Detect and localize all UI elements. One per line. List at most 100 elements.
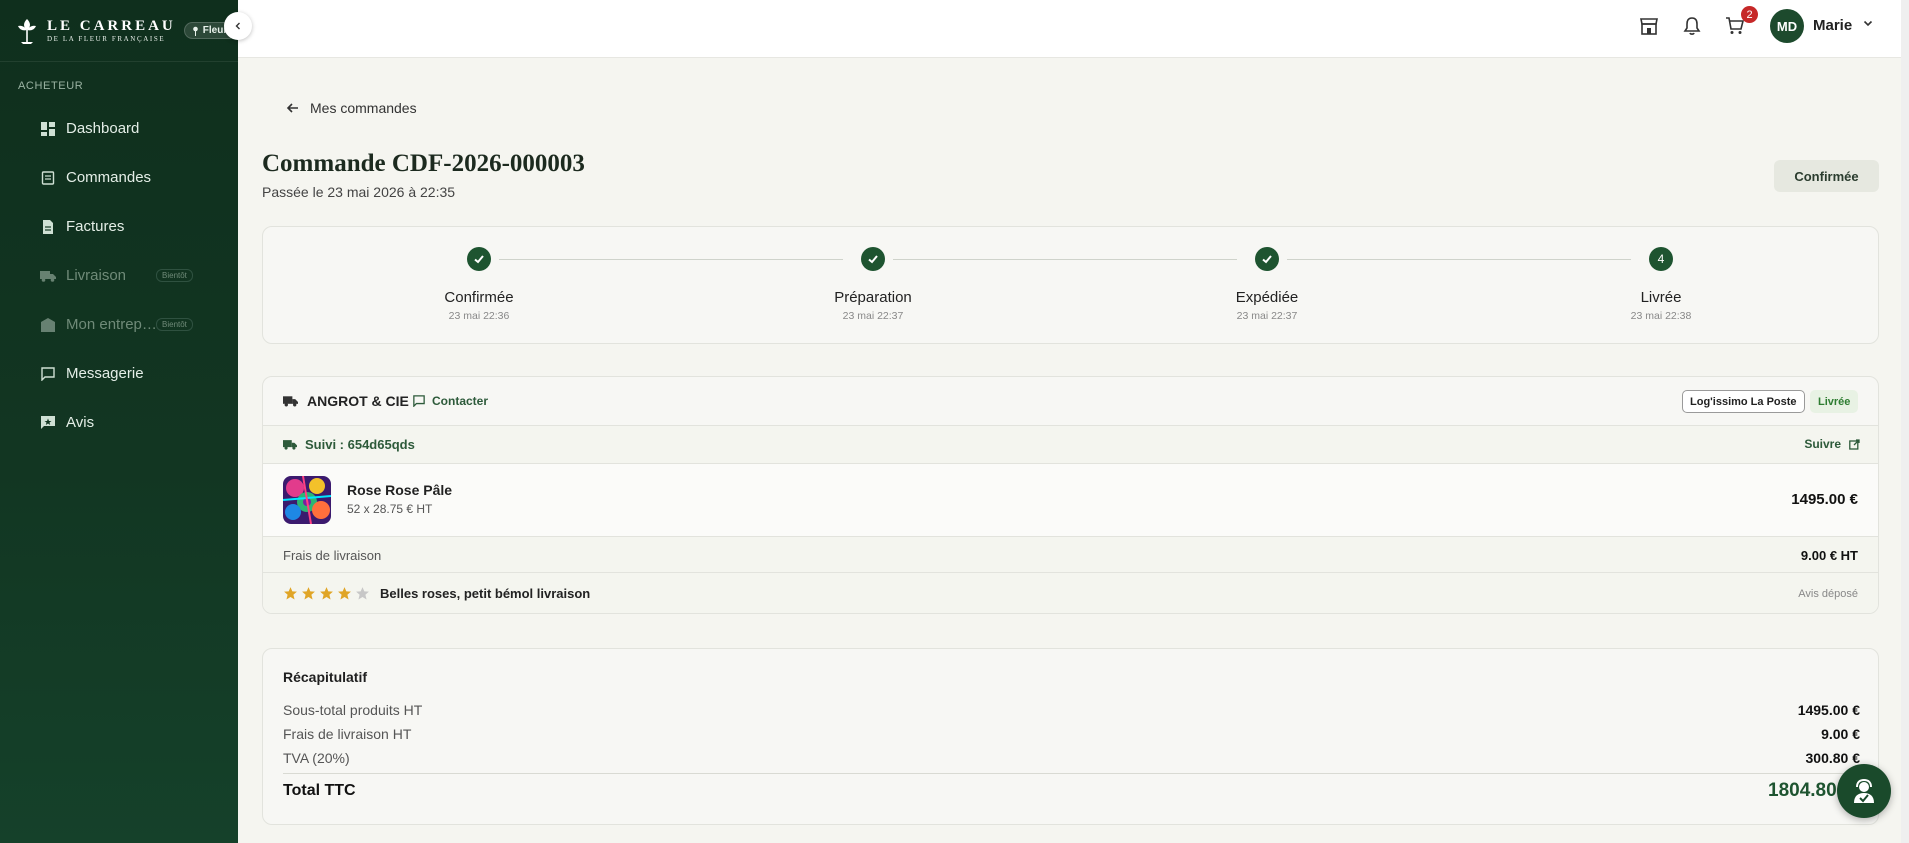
store-icon[interactable]: [1638, 15, 1660, 37]
sidebar-item-livraison: Livraison Bientôt: [0, 251, 238, 300]
product-name[interactable]: Rose Rose Pâle: [347, 482, 452, 498]
check-icon: [467, 247, 491, 271]
product-total: 1495.00 €: [1791, 491, 1858, 508]
sidebar-item-factures[interactable]: Factures: [0, 202, 238, 251]
sidebar-item-avis[interactable]: Avis: [0, 398, 238, 447]
message-icon: [40, 366, 56, 382]
coming-soon-badge: Bientôt: [156, 269, 193, 282]
step-time: 23 mai 22:36: [448, 310, 510, 322]
star-filled-icon: [320, 587, 333, 600]
summary-divider: [283, 773, 1860, 774]
follow-tracking-link[interactable]: Suivre: [1804, 437, 1860, 451]
sidebar-item-label: Messagerie: [66, 365, 144, 382]
contact-supplier-link[interactable]: Contacter: [413, 394, 488, 408]
star-rating: [283, 586, 370, 601]
avatar[interactable]: MD: [1770, 9, 1804, 43]
dashboard-icon: [40, 121, 56, 137]
step-number: 4: [1649, 247, 1673, 271]
page-title: Commande CDF-2026-000003: [262, 150, 585, 177]
star-filled-icon: [284, 587, 297, 600]
product-row: Rose Rose Pâle 52 x 28.75 € HT 1495.00 €: [263, 464, 1878, 537]
orders-icon: [40, 170, 56, 186]
delivery-status-badge: Livrée: [1810, 390, 1859, 413]
check-icon: [861, 247, 885, 271]
sidebar: LE CARREAU DE LA FLEUR FRANÇAISE Fleuri …: [0, 0, 252, 843]
sidebar-item-dashboard[interactable]: Dashboard: [0, 104, 238, 153]
back-link-label: Mes commandes: [310, 100, 417, 116]
shipping-fee-label: Frais de livraison: [283, 548, 382, 563]
product-thumbnail[interactable]: [283, 476, 331, 524]
star-filled-icon: [302, 587, 315, 600]
page-scrollbar[interactable]: [1901, 0, 1909, 843]
tracking-number: Suivi : 654d65qds: [305, 437, 415, 452]
truck-icon: [283, 396, 298, 407]
tracking-row: Suivi : 654d65qds Suivre: [263, 426, 1878, 464]
chevron-down-icon[interactable]: [1862, 17, 1874, 29]
support-agent-icon: [1854, 778, 1874, 803]
sidebar-item-label: Mon entrep…: [66, 316, 157, 333]
summary-line-value: 9.00 €: [1821, 726, 1860, 742]
summary-line-label: Sous-total produits HT: [283, 702, 423, 718]
sidebar-item-commandes[interactable]: Commandes: [0, 153, 238, 202]
step-time: 23 mai 22:37: [842, 310, 904, 322]
review-row: Belles roses, petit bémol livraison Avis…: [263, 573, 1878, 613]
step-label: Livrée: [1640, 289, 1682, 306]
collapse-sidebar-button[interactable]: [224, 12, 252, 40]
summary-line-vat: TVA (20%) 300.80 €: [283, 750, 1860, 766]
step-label: Confirmée: [444, 289, 514, 306]
total-label: Total TTC: [283, 782, 356, 799]
warehouse-icon: [40, 317, 56, 333]
product-quantity: 52 x 28.75 € HT: [347, 502, 433, 516]
review-text: Belles roses, petit bémol livraison: [380, 586, 591, 601]
shipping-fee-row: Frais de livraison 9.00 € HT: [263, 537, 1878, 573]
sidebar-item-mon-entrepot: Mon entrep… Bientôt: [0, 300, 238, 349]
user-name[interactable]: Marie: [1813, 17, 1852, 34]
step-shipped: Expédiée 23 mai 22:37: [1167, 247, 1367, 322]
coming-soon-badge: Bientôt: [156, 318, 193, 331]
brand-text: LE CARREAU DE LA FLEUR FRANÇAISE: [47, 17, 176, 43]
sidebar-item-label: Livraison: [66, 267, 127, 284]
summary-line-value: 1495.00 €: [1797, 702, 1860, 718]
cart-icon[interactable]: 2: [1724, 6, 1758, 37]
order-summary: Récapitulatif Sous-total produits HT 149…: [262, 648, 1879, 825]
bell-icon[interactable]: [1681, 15, 1703, 37]
sidebar-item-messagerie[interactable]: Messagerie: [0, 349, 238, 398]
sidebar-item-label: Avis: [66, 414, 95, 431]
review-status: Avis déposé: [1798, 588, 1858, 600]
step-label: Préparation: [834, 289, 912, 306]
external-link-icon: [1849, 438, 1860, 450]
step-time: 23 mai 22:37: [1236, 310, 1298, 322]
review-icon: [40, 415, 56, 431]
arrow-left-icon: [286, 103, 298, 113]
contact-label: Contacter: [432, 394, 489, 408]
support-chat-button[interactable]: [1837, 764, 1891, 818]
message-icon: [413, 395, 425, 407]
summary-line-label: TVA (20%): [283, 750, 350, 766]
summary-line-label: Frais de livraison HT: [283, 726, 412, 742]
step-preparation: Préparation 23 mai 22:37: [773, 247, 973, 322]
step-confirmed: Confirmée 23 mai 22:36: [379, 247, 579, 322]
step-label: Expédiée: [1235, 289, 1299, 306]
invoice-icon: [40, 219, 56, 235]
check-icon: [1255, 247, 1279, 271]
carrier-tag: Log'issimo La Poste: [1682, 390, 1805, 413]
sidebar-section-label: ACHETEUR: [18, 80, 84, 92]
total-value: 1804.80: [1768, 780, 1837, 801]
supplier-header: ANGROT & CIE Contacter Log'issimo La Pos…: [263, 377, 1878, 426]
back-to-orders-link[interactable]: Mes commandes: [286, 100, 417, 116]
sidebar-item-label: Commandes: [66, 169, 152, 186]
star-filled-icon: [338, 587, 351, 600]
follow-label: Suivre: [1804, 437, 1841, 451]
truck-icon: [283, 440, 297, 450]
step-delivered: 4 Livrée 23 mai 22:38: [1561, 247, 1761, 322]
sidebar-item-label: Factures: [66, 218, 125, 235]
truck-icon: [40, 268, 56, 284]
brand-logo-icon[interactable]: [14, 17, 40, 45]
chevron-left-icon: [235, 22, 240, 30]
brand: LE CARREAU DE LA FLEUR FRANÇAISE Fleuri: [0, 0, 252, 62]
brand-name: LE CARREAU: [47, 17, 176, 34]
order-date: Passée le 23 mai 2026 à 22:35: [262, 184, 456, 200]
order-progress-stepper: Confirmée 23 mai 22:36 Préparation 23 ma…: [262, 226, 1879, 344]
sidebar-item-label: Dashboard: [66, 120, 140, 137]
brand-tagline: DE LA FLEUR FRANÇAISE: [47, 34, 166, 43]
